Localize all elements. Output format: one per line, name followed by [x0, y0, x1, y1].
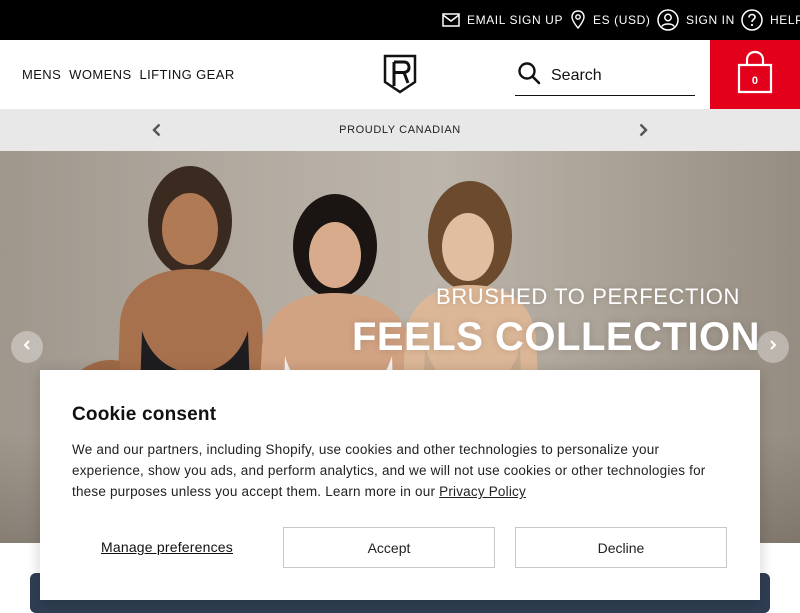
hero-title: Feels Collection: [352, 315, 760, 359]
sign-in-link[interactable]: Sign In: [657, 0, 735, 40]
nav-item-mens[interactable]: Mens: [22, 67, 61, 82]
hero-prev-button[interactable]: [11, 331, 43, 363]
nav-item-womens[interactable]: Womens: [69, 67, 131, 82]
cookie-title: Cookie consent: [72, 404, 217, 425]
search-icon[interactable]: [517, 61, 541, 90]
help-label: Help: [770, 13, 800, 27]
search-input[interactable]: [551, 66, 681, 85]
hero-next-button[interactable]: [757, 331, 789, 363]
privacy-policy-link[interactable]: Privacy Policy: [439, 484, 526, 499]
announcement-bar: Proudly Canadian: [0, 109, 800, 151]
utility-bar: Email Sign Up ES (USD) Sign In Help: [0, 0, 800, 40]
accept-button[interactable]: Accept: [283, 527, 495, 568]
user-circle-icon: [657, 9, 679, 31]
main-nav: Mens Womens Lifting Gear: [22, 40, 235, 109]
email-signup-link[interactable]: Email Sign Up: [442, 0, 563, 40]
cookie-body: We and our partners, including Shopify, …: [72, 439, 732, 502]
brand-logo-icon[interactable]: [383, 54, 417, 94]
help-link[interactable]: Help: [741, 0, 800, 40]
main-header: Mens Womens Lifting Gear 0: [0, 40, 800, 109]
cookie-consent-dialog: Cookie consent We and our partners, incl…: [40, 370, 760, 600]
question-circle-icon: [741, 9, 763, 31]
nav-item-lifting-gear[interactable]: Lifting Gear: [140, 67, 235, 82]
chevron-right-icon[interactable]: [635, 122, 651, 138]
search-bar[interactable]: [515, 56, 695, 96]
sign-in-label: Sign In: [686, 13, 735, 27]
cart-count: 0: [751, 75, 759, 87]
map-pin-icon: [570, 10, 586, 30]
chevron-left-icon: [21, 338, 33, 356]
chevron-right-icon: [767, 338, 779, 356]
cookie-body-text: We and our partners, including Shopify, …: [72, 442, 706, 499]
announcement-text: Proudly Canadian: [339, 124, 461, 136]
locale-label: ES (USD): [593, 13, 651, 27]
hero-subtitle: Brushed to perfection: [436, 284, 740, 309]
cart-button[interactable]: 0: [710, 40, 800, 109]
email-signup-label: Email Sign Up: [467, 13, 564, 27]
locale-selector[interactable]: ES (USD): [570, 0, 650, 40]
envelope-icon: [442, 13, 460, 27]
decline-button[interactable]: Decline: [515, 527, 727, 568]
manage-preferences-button[interactable]: Manage preferences: [72, 527, 262, 568]
